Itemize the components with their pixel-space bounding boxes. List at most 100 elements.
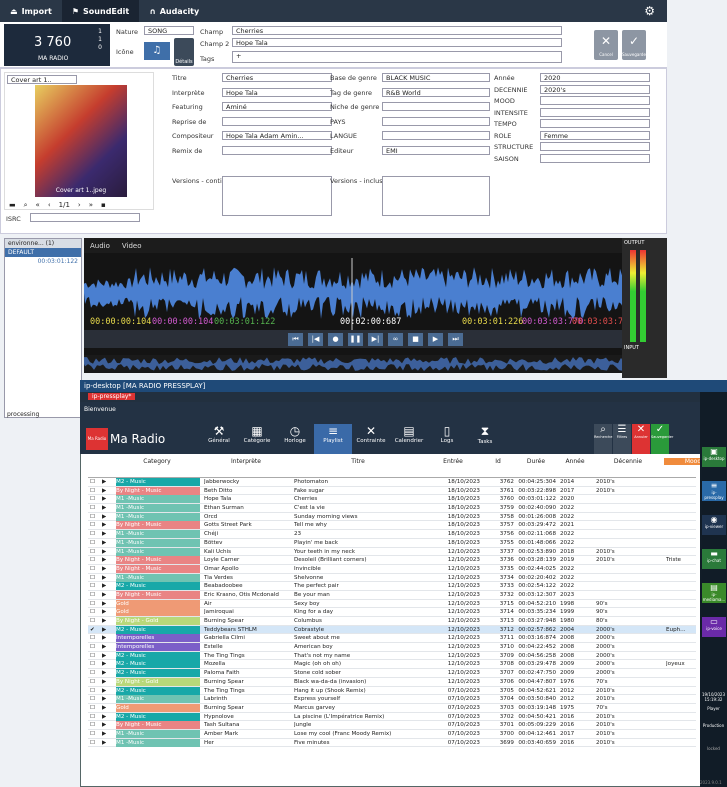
expand-arrow-icon[interactable]: ▶ <box>102 730 106 738</box>
next-marker-icon[interactable]: ▶| <box>368 332 383 346</box>
table-row[interactable]: ☐ ▶ By Night - Gold Burning Spear Black wa-d… <box>88 677 696 687</box>
nav-logs[interactable]: ▯ Logs <box>428 424 466 454</box>
expand-arrow-icon[interactable]: ▶ <box>102 478 106 486</box>
tab-audio[interactable]: Audio <box>90 242 110 250</box>
expand-arrow-icon[interactable]: ▶ <box>102 530 106 538</box>
first-icon[interactable]: « <box>36 201 40 210</box>
form-field[interactable]: Hope Tala Adam Amin... <box>222 131 332 140</box>
table-row[interactable]: ☐ ▶ M2 - Music Paloma Faith Stone cold sober… <box>88 669 696 678</box>
waveform-panel[interactable] <box>84 238 667 373</box>
table-row[interactable]: ☐ ▶ M1 -Music Tia Verdes Shelvonne 12/10/2023… <box>88 573 696 583</box>
form-field[interactable] <box>382 176 490 216</box>
table-row[interactable]: ☐ ▶ M2 - Music Beabadoobee The perfect pair 1… <box>88 582 696 591</box>
table-row[interactable]: ☐ ▶ By Night - Music Beth Ditto Fake sugar 18… <box>88 486 696 496</box>
row-checkbox[interactable]: ☐ <box>90 739 95 747</box>
skip-start-icon[interactable]: ⏮ <box>288 332 303 346</box>
pressplay-tab[interactable]: ip-pressplay* <box>88 393 136 400</box>
pause-icon[interactable]: ❚❚ <box>348 332 363 346</box>
expand-arrow-icon[interactable]: ▶ <box>102 721 106 729</box>
details-button[interactable]: Détails <box>174 38 194 66</box>
nav-contrainte[interactable]: ✕ Contrainte <box>352 424 390 454</box>
right-nav-2[interactable]: ✕ Annuler <box>632 424 650 454</box>
row-checkbox[interactable]: ☐ <box>90 478 95 486</box>
row-checkbox[interactable]: ☐ <box>90 713 95 721</box>
expand-arrow-icon[interactable]: ▶ <box>102 521 106 529</box>
expand-arrow-icon[interactable]: ▶ <box>102 739 106 747</box>
form-field[interactable] <box>382 102 490 111</box>
col-header[interactable]: Décennie <box>594 458 662 465</box>
row-checkbox[interactable]: ☐ <box>90 695 95 703</box>
tab-audacity[interactable]: ∩ Audacity <box>139 0 209 22</box>
zoom-icon[interactable]: ⌕ <box>24 201 28 210</box>
form-field[interactable] <box>222 145 332 155</box>
table-row[interactable]: ☐ ▶ By Night - Music Gotts Street Park Tell … <box>88 521 696 531</box>
row-checkbox[interactable]: ☐ <box>90 574 95 582</box>
table-row[interactable]: ☐ ▶ By Night - Music Omar Apollo Invincible 1… <box>88 564 696 574</box>
row-checkbox[interactable]: ☐ <box>90 721 95 729</box>
isrc-field[interactable] <box>30 213 140 222</box>
table-row[interactable]: ✔ ▶ M2 - Music Teddybears STHLM Cobrastyle 12… <box>88 625 696 635</box>
table-row[interactable]: ☐ ▶ Gold Jamiroquai King for a day 12/10/2023… <box>88 608 696 617</box>
expand-arrow-icon[interactable]: ▶ <box>102 617 106 625</box>
table-row[interactable]: ☐ ▶ M1 -Music Ethan Surman C'est la vie 18/10… <box>88 504 696 513</box>
app-0[interactable]: ▣ ip-desktop <box>702 447 726 467</box>
table-row[interactable]: ☐ ▶ M2 - Music The Ting Tings That's not my … <box>88 651 696 661</box>
expand-arrow-icon[interactable]: ▶ <box>102 556 106 564</box>
tab-soundedit[interactable]: ⚑ SoundEdit <box>61 0 140 22</box>
row-checkbox[interactable]: ☐ <box>90 539 95 547</box>
table-row[interactable]: ☐ ▶ M1 -Music Chéji 23 18/10/2023 3756 00:02:11… <box>88 530 696 539</box>
env-item[interactable]: DEFAULT <box>5 248 81 257</box>
form-field[interactable]: R&B World <box>382 87 490 97</box>
record-icon[interactable]: ● <box>328 332 343 346</box>
col-header[interactable]: Category <box>114 458 200 465</box>
table-row[interactable]: ☐ ▶ By Night - Music Tash Sultana Jungle 07/1… <box>88 721 696 730</box>
expand-arrow-icon[interactable]: ▶ <box>102 513 106 521</box>
row-checkbox[interactable]: ☐ <box>90 504 95 512</box>
row-checkbox[interactable]: ☐ <box>90 678 95 686</box>
form-field[interactable] <box>540 96 650 105</box>
stop-icon[interactable]: ■ <box>408 332 423 346</box>
row-checkbox[interactable]: ☐ <box>90 600 95 608</box>
table-row[interactable]: ☐ ▶ By Night - Music Loyle Carner Desoleil (… <box>88 556 696 565</box>
app-3[interactable]: ▬ ip-chat <box>702 549 726 569</box>
table-row[interactable]: ☐ ▶ M2 - Music Jabberwocky Photomaton 18/10/2… <box>88 478 696 487</box>
expand-arrow-icon[interactable]: ▶ <box>102 495 106 503</box>
form-field[interactable] <box>540 142 650 151</box>
form-field[interactable] <box>540 107 650 117</box>
production-item[interactable]: Production <box>701 723 726 728</box>
col-header[interactable]: Interprète <box>202 458 290 465</box>
prev-marker-icon[interactable]: |◀ <box>308 332 323 346</box>
table-row[interactable]: ☐ ▶ Gold Burning Spear Marcus garvey 07/10/20… <box>88 703 696 713</box>
row-checkbox[interactable]: ☐ <box>90 556 95 564</box>
expand-arrow-icon[interactable]: ▶ <box>102 687 106 695</box>
expand-arrow-icon[interactable]: ▶ <box>102 548 106 556</box>
app-5[interactable]: ▭ ip-voice <box>702 617 726 637</box>
cover-name-field[interactable]: Cover art 1.. <box>7 75 77 84</box>
expand-arrow-icon[interactable]: ▶ <box>102 582 106 590</box>
tab-video[interactable]: Video <box>122 242 142 250</box>
row-checkbox[interactable]: ☐ <box>90 687 95 695</box>
expand-arrow-icon[interactable]: ▶ <box>102 574 106 582</box>
table-row[interactable]: ☐ ▶ M1 -Music Labrinth Express yourself 07/10… <box>88 695 696 704</box>
tab-import[interactable]: ⏏ Import <box>0 0 62 22</box>
champ-field[interactable]: Cherries <box>232 26 562 35</box>
expand-arrow-icon[interactable]: ▶ <box>102 669 106 677</box>
play-icon[interactable]: ▶ <box>428 332 443 346</box>
row-checkbox[interactable]: ☐ <box>90 487 95 495</box>
nav-tasks[interactable]: ⧗ Tasks <box>466 424 504 454</box>
form-field[interactable]: 2020 <box>540 73 650 82</box>
form-field[interactable]: Aminé <box>222 102 332 111</box>
row-checkbox[interactable]: ☐ <box>90 660 95 668</box>
table-row[interactable]: ☐ ▶ Intemporelles Estelle American boy 12/10/… <box>88 643 696 652</box>
expand-arrow-icon[interactable]: ▶ <box>102 652 106 660</box>
table-row[interactable]: ☐ ▶ M1 -Music Amber Mark Lose my cool (Franc… <box>88 729 696 739</box>
row-checkbox[interactable]: ☐ <box>90 548 95 556</box>
loop-icon[interactable]: ∞ <box>388 332 403 346</box>
expand-arrow-icon[interactable]: ▶ <box>102 634 106 642</box>
expand-arrow-icon[interactable]: ▶ <box>102 565 106 573</box>
app-2[interactable]: ◉ ip-viewer <box>702 515 726 535</box>
tags-field[interactable]: + <box>232 51 562 63</box>
row-checkbox[interactable]: ☐ <box>90 704 95 712</box>
right-nav-3[interactable]: ✓ Sauvegarder <box>651 424 673 454</box>
champ2-field[interactable]: Hope Tala <box>232 38 562 47</box>
